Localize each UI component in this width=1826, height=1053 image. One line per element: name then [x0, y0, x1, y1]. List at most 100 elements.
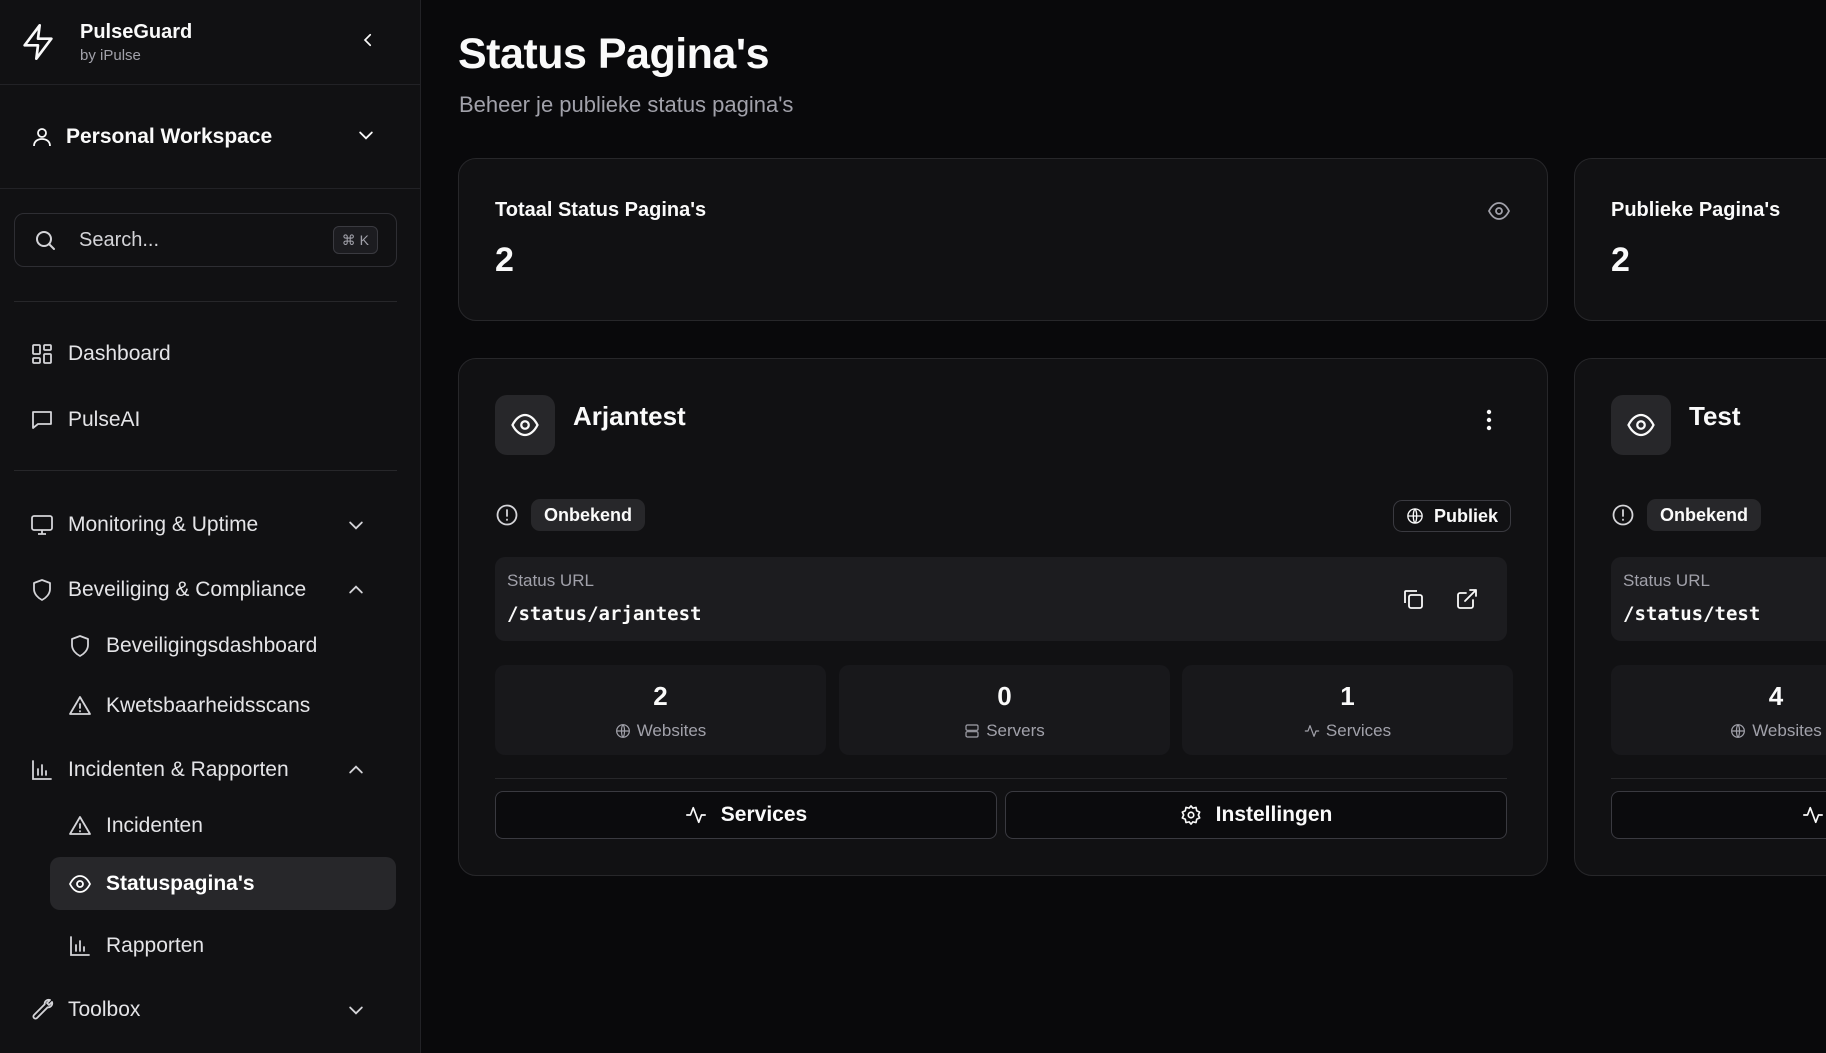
shield-icon	[33, 579, 51, 601]
sidebar-group-label: Beveiliging & Compliance	[68, 578, 307, 601]
search-shortcut-badge: ⌘ K	[332, 226, 378, 254]
eye-icon	[68, 874, 92, 893]
metric-websites: 2 Websites	[495, 665, 826, 755]
visibility-badge: Publiek	[1392, 500, 1511, 532]
bar-chart-icon	[70, 935, 90, 956]
chevron-left-icon	[363, 33, 372, 47]
sidebar-item-beveiligingsdashboard[interactable]: Beveiligingsdashboard	[50, 619, 396, 672]
activity-icon	[1803, 806, 1823, 824]
brand-subtitle: by iPulse	[80, 46, 141, 64]
workspace-label: Personal Workspace	[66, 124, 273, 148]
stat-value: 2	[1611, 241, 1630, 279]
server-icon	[965, 724, 979, 738]
metric-value: 4	[1768, 681, 1784, 711]
metric-value: 2	[653, 681, 668, 711]
globe-icon	[1731, 724, 1746, 738]
stat-value: 2	[495, 241, 514, 279]
more-vertical-icon	[1486, 409, 1492, 431]
status-page-card: Test Onbekend Status URL /status/test 4 …	[1574, 358, 1826, 876]
metric-label-text: Websites	[1752, 721, 1822, 740]
metric-services: 1 Services	[1182, 665, 1513, 755]
grid-icon	[32, 344, 52, 364]
search-input[interactable]	[79, 228, 299, 252]
brand-header: PulseGuard by iPulse	[0, 0, 420, 85]
sidebar-group-incidents[interactable]: Incidenten & Rapporten	[30, 746, 390, 794]
sidebar-item-pulseai[interactable]: PulseAI	[30, 396, 390, 444]
sidebar-item-label: Rapporten	[106, 933, 205, 957]
search-icon	[36, 231, 55, 250]
status-url: /status/arjantest	[507, 603, 702, 625]
card-divider	[495, 778, 1507, 779]
services-button[interactable]	[1611, 791, 1826, 839]
alert-circle-icon	[496, 504, 518, 526]
sidebar-divider	[14, 470, 397, 471]
sidebar-group-security[interactable]: Beveiliging & Compliance	[30, 566, 390, 614]
chevron-down-icon	[349, 1006, 363, 1015]
lightning-logo-icon	[18, 19, 58, 65]
globe-icon	[615, 724, 630, 738]
page-subtitle: Beheer je publieke status pagina's	[459, 92, 794, 117]
eye-icon	[1627, 413, 1655, 437]
status-page-icon-box	[495, 395, 555, 455]
status-badge: Onbekend	[531, 499, 646, 531]
shield-icon	[71, 634, 89, 657]
sidebar-item-incidenten[interactable]: Incidenten	[50, 799, 396, 852]
sidebar-item-label: PulseAI	[68, 408, 141, 431]
status-page-name: Arjantest	[573, 401, 686, 431]
user-icon	[33, 127, 51, 146]
gear-icon	[1181, 805, 1201, 825]
copy-url-button[interactable]	[1397, 583, 1429, 615]
workspace-selector[interactable]: Personal Workspace	[0, 85, 420, 189]
status-badge: Onbekend	[1647, 499, 1762, 531]
stat-title: Totaal Status Pagina's	[495, 199, 707, 221]
url-label: Status URL	[507, 571, 594, 590]
sidebar-group-label: Toolbox	[68, 998, 141, 1021]
metric-value: 0	[997, 681, 1012, 711]
sidebar-group-label: Monitoring & Uptime	[68, 513, 259, 536]
status-url-box: Status URL /status/test	[1611, 557, 1826, 641]
chevron-down-icon	[359, 131, 373, 140]
more-options-button[interactable]	[1479, 405, 1499, 435]
warning-icon	[69, 695, 91, 715]
activity-icon	[685, 806, 706, 824]
metric-label: Servers	[839, 721, 1170, 741]
copy-icon	[1404, 590, 1423, 609]
sidebar-item-dashboard[interactable]: Dashboard	[30, 330, 390, 378]
metric-label-text: Servers	[986, 721, 1045, 740]
status-page-name: Test	[1689, 401, 1741, 431]
search-box[interactable]: ⌘ K	[14, 213, 397, 267]
sidebar-item-kwetsbaarheidsscans[interactable]: Kwetsbaarheidsscans	[50, 679, 396, 732]
bar-chart-icon	[32, 760, 52, 780]
activity-icon	[1304, 725, 1320, 737]
alert-circle-icon	[1612, 504, 1634, 526]
page-title: Status Pagina's	[458, 30, 770, 78]
metric-label-text: Websites	[636, 721, 707, 740]
eye-icon	[1487, 202, 1511, 220]
stat-card-public: Publieke Pagina's 2	[1574, 158, 1826, 321]
open-url-button[interactable]	[1451, 583, 1483, 615]
collapse-sidebar-button[interactable]	[356, 28, 380, 52]
globe-icon	[1407, 508, 1423, 524]
settings-button[interactable]: Instellingen	[1005, 791, 1507, 839]
warning-icon	[69, 815, 91, 835]
eye-icon	[511, 413, 539, 437]
metric-websites: 4 Websites	[1611, 665, 1826, 755]
metric-servers: 0 Servers	[839, 665, 1170, 755]
wrench-icon	[32, 998, 54, 1020]
sidebar-group-monitoring[interactable]: Monitoring & Uptime	[30, 501, 390, 549]
external-link-icon	[1457, 589, 1477, 609]
stat-card-total: Totaal Status Pagina's 2	[458, 158, 1548, 321]
sidebar: PulseGuard by iPulse Personal Workspace …	[0, 0, 421, 1053]
sidebar-item-label: Statuspagina's	[106, 871, 255, 895]
sidebar-item-label: Dashboard	[68, 342, 171, 365]
sidebar-group-label: Incidenten & Rapporten	[68, 758, 289, 781]
sidebar-item-statuspaginas[interactable]: Statuspagina's	[50, 857, 396, 910]
metric-label: Services	[1182, 721, 1513, 741]
sidebar-item-rapporten[interactable]: Rapporten	[50, 919, 396, 972]
monitor-icon	[31, 515, 53, 535]
stat-title: Publieke Pagina's	[1611, 199, 1781, 221]
services-button[interactable]: Services	[495, 791, 997, 839]
chat-icon	[32, 411, 52, 429]
sidebar-group-toolbox[interactable]: Toolbox	[30, 986, 390, 1034]
status-row: Onbekend	[1611, 499, 1762, 531]
